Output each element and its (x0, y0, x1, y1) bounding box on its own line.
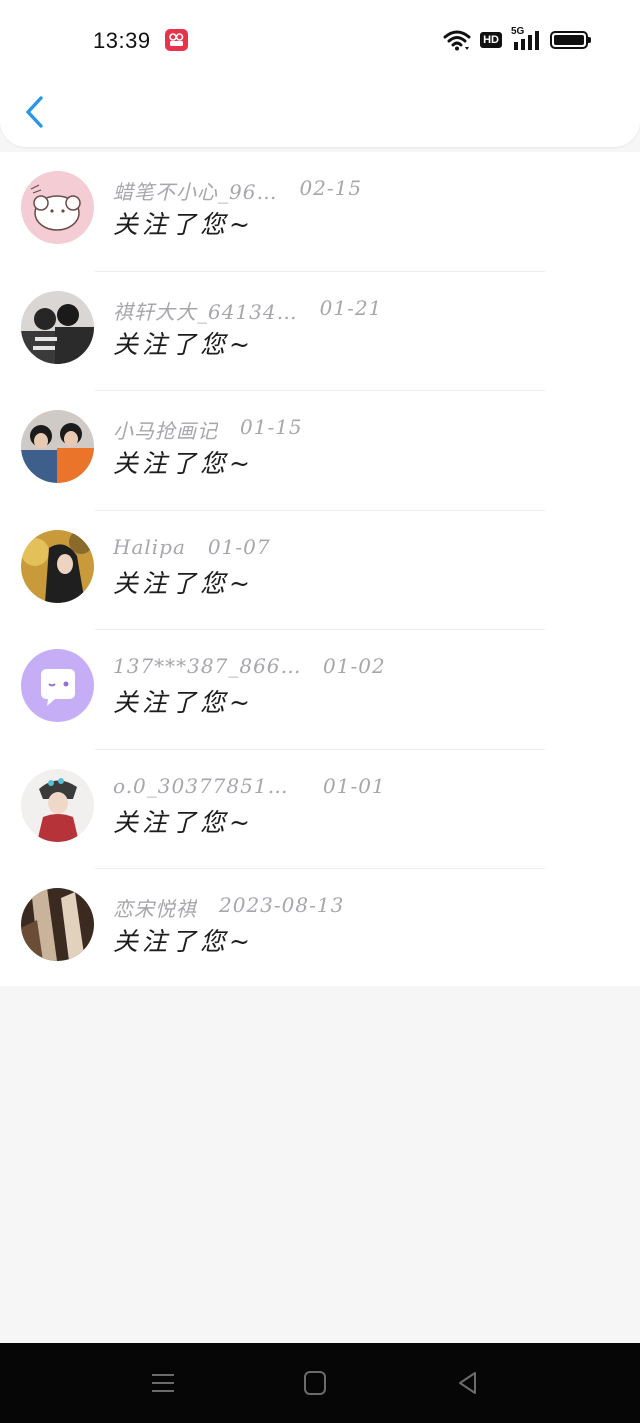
chevron-left-icon[interactable] (20, 94, 50, 130)
list-item[interactable]: 恋宋悦祺 2023-08-13 关注了您~ (0, 869, 640, 989)
avatar[interactable] (21, 888, 94, 961)
menu-icon[interactable] (148, 1369, 178, 1397)
system-nav-bar (0, 1343, 640, 1423)
notification-date: 02-15 (299, 176, 363, 200)
user-name[interactable]: 祺轩大大_64134… (113, 296, 298, 325)
avatar[interactable] (21, 768, 94, 842)
user-name[interactable]: Halipa (113, 535, 186, 559)
list-item[interactable]: Halipa 01-07 关注了您~ (0, 511, 640, 630)
notification-date: 2023-08-13 (219, 893, 345, 917)
system-status-icons: HD 5G (443, 26, 591, 52)
status-bar: 13:39 HD 5G (0, 0, 640, 80)
app-notification-icon (165, 29, 188, 51)
user-name[interactable]: 137***387_86685… (113, 654, 301, 678)
notification-date: 01-02 (323, 654, 386, 678)
notification-message: 关注了您~ (113, 807, 254, 837)
notification-date: 01-15 (240, 415, 303, 439)
wifi-icon (443, 30, 471, 51)
notification-message: 关注了您~ (113, 449, 254, 478)
hd-badge: HD (480, 32, 502, 48)
notification-date: 01-07 (207, 534, 271, 559)
list-item[interactable]: 137***387_86685… 01-02 关注了您~ (0, 630, 640, 750)
notification-message: 关注了您~ (113, 329, 254, 359)
list-item[interactable]: o.0_303778518825… 01-01 关注了您~ (0, 750, 640, 869)
avatar[interactable] (21, 529, 94, 603)
user-name[interactable]: 恋宋悦祺 (113, 893, 197, 922)
top-header (0, 80, 640, 147)
avatar[interactable] (21, 649, 94, 722)
notification-date: 01-21 (319, 295, 383, 320)
list-item[interactable]: 蜡笔不小心_96… 02-15 关注了您~ (0, 152, 640, 272)
follower-notification-list: 蜡笔不小心_96… 02-15 关注了您~ 祺轩大大_64134… 01-21 … (0, 152, 640, 986)
notification-message: 关注了您~ (113, 927, 254, 956)
avatar[interactable] (21, 171, 94, 244)
user-name[interactable]: 蜡笔不小心_96… (113, 176, 277, 205)
back-triangle-icon[interactable] (453, 1369, 483, 1397)
avatar[interactable] (21, 290, 94, 364)
notification-message: 关注了您~ (113, 210, 254, 239)
notification-message: 关注了您~ (113, 688, 254, 717)
notification-message: 关注了您~ (113, 568, 254, 598)
list-item[interactable]: 小马抢画记 01-15 关注了您~ (0, 391, 640, 511)
signal-icon: 5G (511, 26, 541, 52)
status-time: 13:39 (93, 28, 151, 53)
home-square-icon[interactable] (300, 1369, 330, 1397)
user-name[interactable]: o.0_303778518825… (113, 774, 301, 798)
user-name[interactable]: 小马抢画记 (113, 415, 218, 444)
notification-date: 01-01 (323, 773, 386, 798)
battery-icon (550, 31, 591, 49)
list-item[interactable]: 祺轩大大_64134… 01-21 关注了您~ (0, 272, 640, 391)
avatar[interactable] (21, 410, 94, 483)
